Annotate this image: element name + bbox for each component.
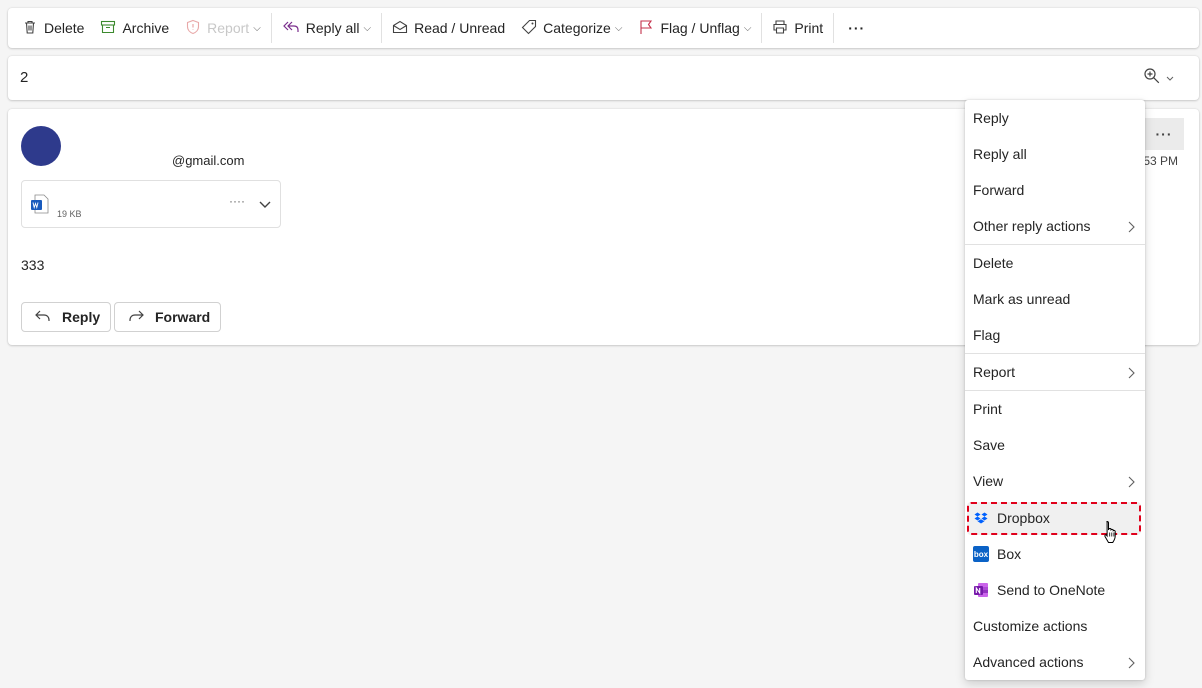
email-subject: 2 (20, 69, 29, 86)
menu-item-label: Box (997, 546, 1022, 562)
chevron-down-icon[interactable]: ⌵ (744, 23, 752, 34)
sender-email: @gmail.com (172, 153, 245, 168)
delete-label: Delete (44, 20, 85, 36)
chevron-down-icon[interactable]: ⌵ (363, 23, 371, 34)
more-icon: ··· (1155, 126, 1173, 142)
envelope-open-icon (392, 19, 408, 38)
forward-icon (127, 309, 145, 326)
menu-item-label: Other reply actions (973, 218, 1091, 234)
shield-icon (185, 19, 201, 38)
reply-label: Reply (62, 309, 101, 325)
toolbar-divider (833, 13, 835, 43)
more-actions-button[interactable]: ··· (836, 12, 877, 44)
menu-item-other-reply-actions[interactable]: Other reply actions (965, 208, 1145, 244)
menu-item-label: Advanced actions (973, 654, 1084, 670)
command-toolbar: Delete Archive Report ⌵ Reply all ⌵ Read… (8, 8, 1199, 48)
archive-label: Archive (122, 20, 170, 36)
tag-icon (521, 19, 537, 38)
chevron-right-icon (1127, 366, 1135, 382)
hand-pointer-cursor-icon (1103, 520, 1119, 549)
menu-item-label: Reply (973, 110, 1009, 126)
read-unread-button[interactable]: Read / Unread (384, 12, 513, 44)
toolbar-divider (270, 13, 272, 43)
reply-button[interactable]: Reply (21, 302, 111, 332)
categorize-label: Categorize (543, 20, 611, 36)
message-time: 53 PM (1143, 154, 1178, 168)
trash-icon (22, 19, 38, 38)
attachment-more-button[interactable]: ···· (229, 194, 245, 208)
menu-item-send-to-onenote[interactable]: Send to OneNote (965, 572, 1145, 608)
message-more-button[interactable]: ··· (1144, 118, 1184, 150)
reply-all-icon (282, 19, 300, 38)
delete-button[interactable]: Delete (14, 12, 92, 44)
attachment-card[interactable]: 19 KB ···· (21, 180, 281, 228)
menu-item-label: Reply all (973, 146, 1027, 162)
word-file-icon (30, 194, 50, 217)
chevron-down-icon[interactable] (258, 197, 272, 214)
menu-item-view[interactable]: View (965, 463, 1145, 499)
print-label: Print (794, 20, 824, 36)
toolbar-divider (761, 13, 763, 43)
attachment-size: 19 KB (57, 209, 82, 219)
subject-bar: 2 (8, 56, 1199, 100)
flag-icon (638, 19, 654, 38)
printer-icon (772, 19, 788, 38)
message-context-menu: Reply Reply all Forward Other reply acti… (965, 100, 1145, 680)
menu-item-label: View (973, 473, 1004, 489)
menu-item-label: Print (973, 401, 1002, 417)
toolbar-divider (381, 13, 383, 43)
flag-unflag-label: Flag / Unflag (660, 20, 740, 36)
menu-item-print[interactable]: Print (965, 391, 1145, 427)
menu-item-label: Delete (973, 255, 1014, 271)
menu-item-advanced-actions[interactable]: Advanced actions (965, 644, 1145, 680)
menu-item-label: Send to OneNote (997, 582, 1106, 598)
report-label: Report (207, 20, 250, 36)
reply-icon (34, 309, 52, 326)
chevron-down-icon (1165, 70, 1175, 86)
box-icon: box (973, 546, 989, 562)
menu-item-customize-actions[interactable]: Customize actions (965, 608, 1145, 644)
chevron-down-icon[interactable]: ⌵ (615, 23, 623, 34)
menu-item-label: Customize actions (973, 618, 1088, 634)
forward-button[interactable]: Forward (114, 302, 221, 332)
reply-all-button[interactable]: Reply all ⌵ (274, 12, 379, 44)
avatar[interactable] (21, 126, 61, 166)
menu-item-label: Report (973, 364, 1016, 380)
menu-item-label: Mark as unread (973, 291, 1071, 307)
reply-all-label: Reply all (305, 20, 360, 36)
menu-item-label: Forward (973, 182, 1025, 198)
menu-item-save[interactable]: Save (965, 427, 1145, 463)
archive-icon (100, 19, 116, 38)
report-button[interactable]: Report ⌵ (177, 12, 269, 44)
more-icon: ··· (848, 20, 866, 36)
zoom-in-icon (1143, 67, 1161, 88)
dropbox-icon (973, 510, 989, 526)
archive-button[interactable]: Archive (92, 12, 177, 44)
menu-item-reply[interactable]: Reply (965, 100, 1145, 136)
menu-item-forward[interactable]: Forward (965, 172, 1145, 208)
forward-label: Forward (155, 309, 211, 325)
message-body: 333 (21, 257, 45, 273)
zoom-button[interactable] (1143, 67, 1175, 88)
chevron-down-icon: ⌵ (253, 22, 261, 34)
chevron-right-icon (1127, 656, 1135, 672)
flag-unflag-button[interactable]: Flag / Unflag ⌵ (630, 12, 759, 44)
menu-item-flag[interactable]: Flag (965, 317, 1145, 353)
onenote-icon (973, 582, 989, 598)
menu-item-label: Dropbox (997, 510, 1050, 526)
categorize-button[interactable]: Categorize ⌵ (513, 12, 630, 44)
menu-item-label: Flag (973, 327, 1001, 343)
menu-item-delete[interactable]: Delete (965, 245, 1145, 281)
menu-item-reply-all[interactable]: Reply all (965, 136, 1145, 172)
print-button[interactable]: Print (764, 12, 831, 44)
menu-item-label: Save (973, 437, 1005, 453)
menu-item-mark-as-unread[interactable]: Mark as unread (965, 281, 1145, 317)
read-unread-label: Read / Unread (414, 20, 506, 36)
chevron-right-icon (1127, 220, 1135, 236)
chevron-right-icon (1127, 475, 1135, 491)
menu-item-report[interactable]: Report (965, 354, 1145, 390)
